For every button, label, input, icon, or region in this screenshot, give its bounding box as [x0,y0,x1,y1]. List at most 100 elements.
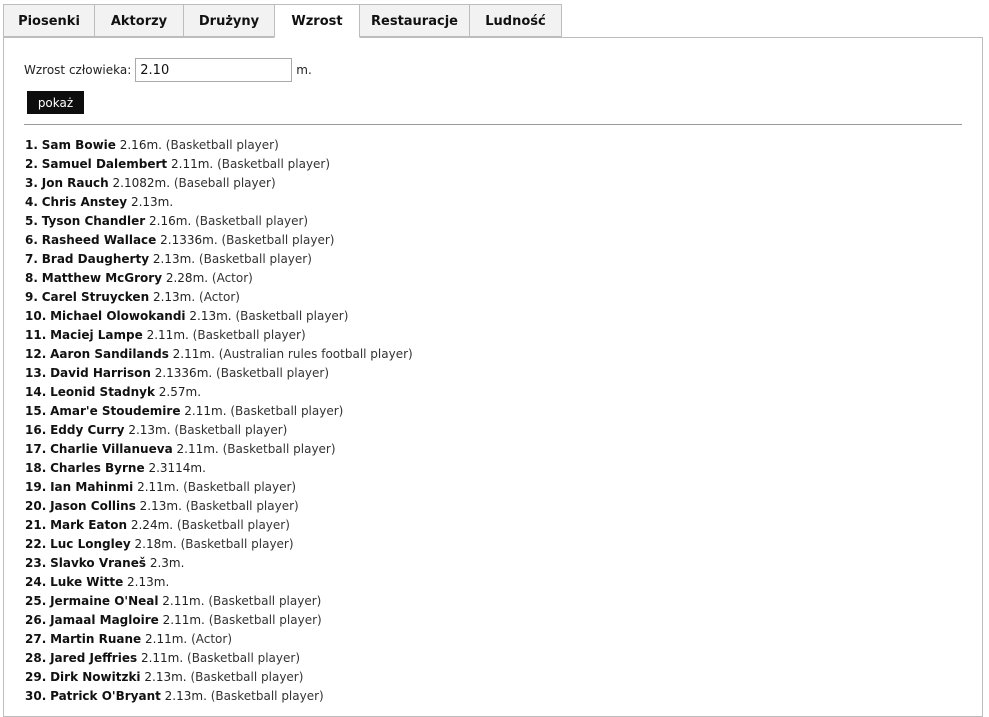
person-occupation: (Basketball player) [230,404,344,418]
result-item: 25. Jermaine O'Neal 2.11m. (Basketball p… [25,592,413,611]
divider [24,124,962,125]
result-item: 1. Sam Bowie 2.16m. (Basketball player) [25,136,413,155]
result-item: 29. Dirk Nowitzki 2.13m. (Basketball pla… [25,668,413,687]
person-name: Brad Daugherty [41,252,150,266]
result-item: 18. Charles Byrne 2.3114m. [25,459,413,478]
result-item: 15. Amar'e Stoudemire 2.11m. (Basketball… [25,402,413,421]
person-height: 2.13m. [189,309,232,323]
result-number: 24. [25,575,47,589]
person-name: Sam Bowie [41,138,116,152]
person-height: 2.11m. [145,632,188,646]
tab-height[interactable]: Wzrost [274,4,360,38]
person-occupation: (Basketball player) [165,138,279,152]
person-height: 2.13m. [144,670,187,684]
person-occupation: (Basketball player) [210,689,324,703]
result-item: 10. Michael Olowokandi 2.13m. (Basketbal… [25,307,413,326]
person-name: Luke Witte [50,575,124,589]
tab-bar: Piosenki Aktorzy Drużyny Wzrost Restaura… [3,4,562,38]
person-name: Carel Struycken [41,290,150,304]
result-number: 15. [25,404,47,418]
height-input[interactable] [135,58,293,82]
unit-label: m. [296,63,312,77]
result-item: 21. Mark Eaton 2.24m. (Basketball player… [25,516,413,535]
tab-restaurants[interactable]: Restauracje [359,4,470,37]
person-height: 2.11m. [162,613,205,627]
person-name: Jamaal Magloire [50,613,159,627]
person-height: 2.13m. [127,575,170,589]
person-name: Aaron Sandilands [50,347,169,361]
tab-songs[interactable]: Piosenki [3,4,95,37]
result-number: 18. [25,461,47,475]
person-name: Patrick O'Bryant [50,689,161,703]
person-occupation: (Basketball player) [235,309,349,323]
result-item: 3. Jon Rauch 2.1082m. (Baseball player) [25,174,413,193]
person-name: Maciej Lampe [50,328,143,342]
result-number: 9. [25,290,38,304]
height-label: Wzrost człowieka: [24,63,132,77]
result-number: 25. [25,594,47,608]
result-item: 27. Martin Ruane 2.11m. (Actor) [25,630,413,649]
person-name: Charles Byrne [50,461,145,475]
person-name: Martin Ruane [50,632,142,646]
person-height: 2.11m. [184,404,227,418]
person-name: Jermaine O'Neal [50,594,159,608]
person-occupation: (Baseball player) [173,176,276,190]
result-number: 8. [25,271,38,285]
result-number: 19. [25,480,47,494]
person-occupation: (Actor) [211,271,253,285]
person-height: 2.11m. [146,328,189,342]
person-name: Ian Mahinmi [50,480,134,494]
person-name: Jon Rauch [41,176,109,190]
person-occupation: (Basketball player) [208,594,322,608]
result-number: 10. [25,309,47,323]
person-name: Slavko Vraneš [50,556,146,570]
result-item: 9. Carel Struycken 2.13m. (Actor) [25,288,413,307]
results-list: 1. Sam Bowie 2.16m. (Basketball player) 2… [25,136,413,706]
tab-actors[interactable]: Aktorzy [94,4,184,37]
person-occupation: (Basketball player) [180,537,294,551]
person-height: 2.11m. [140,651,184,665]
result-number: 5. [25,214,38,228]
result-number: 14. [25,385,47,399]
result-item: 26. Jamaal Magloire 2.11m. (Basketball p… [25,611,413,630]
person-height: 2.13m. [139,499,182,513]
person-occupation: (Basketball player) [221,233,335,247]
result-number: 27. [25,632,47,646]
result-number: 23. [25,556,47,570]
result-number: 20. [25,499,47,513]
person-name: Matthew McGrory [41,271,163,285]
person-height: 2.24m. [130,518,174,532]
tab-population[interactable]: Ludność [469,4,562,37]
person-name: Charlie Villanueva [50,442,173,456]
person-height: 2.11m. [137,480,180,494]
person-name: Chris Anstey [41,195,128,209]
person-name: Luc Longley [50,537,131,551]
person-height: 2.13m. [128,423,171,437]
result-number: 22. [25,537,47,551]
result-number: 1. [25,138,38,152]
result-number: 28. [25,651,47,665]
result-number: 3. [25,176,38,190]
result-item: 14. Leonid Stadnyk 2.57m. [25,383,413,402]
person-occupation: (Basketball player) [187,651,301,665]
result-number: 29. [25,670,47,684]
tab-teams[interactable]: Drużyny [183,4,275,37]
person-occupation: (Basketball player) [222,442,336,456]
person-height: 2.3114m. [148,461,206,475]
person-name: Michael Olowokandi [50,309,186,323]
person-occupation: (Basketball player) [192,328,306,342]
person-name: Eddy Curry [50,423,125,437]
person-height: 2.13m. [152,290,196,304]
result-item: 22. Luc Longley 2.18m. (Basketball playe… [25,535,413,554]
person-occupation: (Basketball player) [195,214,309,228]
result-number: 11. [25,328,47,342]
person-height: 2.13m. [130,195,174,209]
person-height: 2.1336m. [160,233,218,247]
person-name: David Harrison [50,366,151,380]
person-occupation: (Basketball player) [174,423,288,437]
show-button[interactable]: pokaż [27,91,84,114]
person-occupation: (Basketball player) [183,480,297,494]
result-number: 17. [25,442,47,456]
person-height: 2.16m. [149,214,192,228]
result-item: 24. Luke Witte 2.13m. [25,573,413,592]
